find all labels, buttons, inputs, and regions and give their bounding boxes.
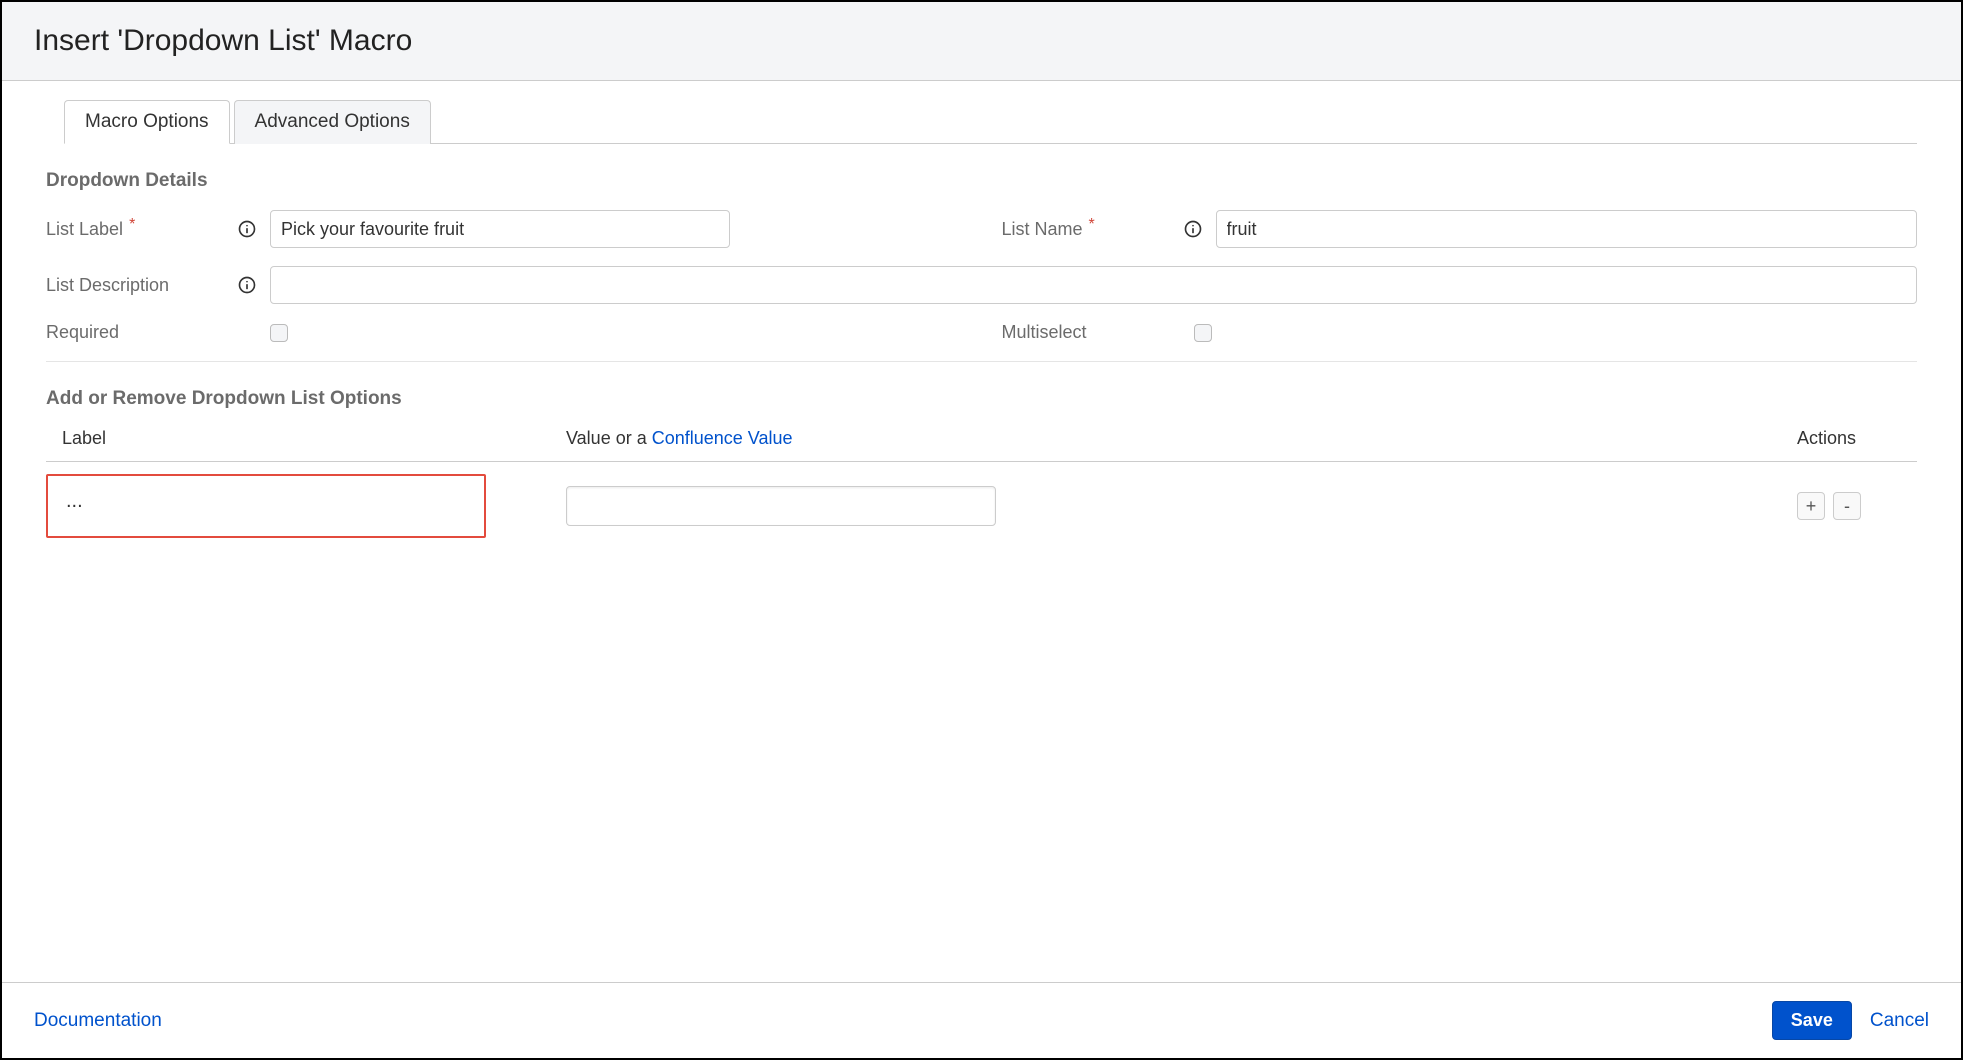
minus-icon: - [1844,497,1850,515]
label-text: Multiselect [1002,322,1087,343]
info-icon[interactable] [1182,218,1204,240]
dialog-title: Insert 'Dropdown List' Macro [34,24,1929,58]
section-options-title: Add or Remove Dropdown List Options [46,388,1917,410]
list-description-input[interactable] [270,266,1917,304]
confluence-value-link[interactable]: Confluence Value [652,428,793,448]
row-required-multiselect: Required Multiselect [46,322,1917,343]
label-required: Required [46,322,270,343]
section-dropdown-details: Dropdown Details [46,170,1917,192]
options-head: Label Value or a Confluence Value Action… [46,428,1917,462]
label-list-description: List Description [46,275,236,296]
required-mark: * [1089,216,1095,234]
info-icon[interactable] [236,274,258,296]
tab-macro-options[interactable]: Macro Options [64,100,230,144]
label-text: List Description [46,275,169,296]
cancel-button[interactable]: Cancel [1870,1010,1929,1032]
row-list-label-name: List Label * List Name * [46,210,1917,248]
row-list-description: List Description [46,266,1917,304]
head-actions: Actions [1757,428,1917,449]
required-mark: * [129,216,135,234]
plus-icon: + [1806,497,1817,515]
divider [46,361,1917,362]
option-value-input[interactable] [566,486,996,526]
remove-option-button[interactable]: - [1833,492,1861,520]
options-table: Label Value or a Confluence Value Action… [46,428,1917,538]
option-label-input[interactable]: ... [46,474,486,538]
label-text: List Name [1002,219,1083,240]
label-text: Required [46,322,119,343]
multiselect-checkbox[interactable] [1194,324,1212,342]
cell-actions: + - [1757,492,1917,520]
tab-advanced-options[interactable]: Advanced Options [234,100,431,144]
documentation-link[interactable]: Documentation [34,1010,162,1031]
head-label: Label [46,428,566,449]
group-multiselect: Multiselect [1002,322,1918,343]
dialog-header: Insert 'Dropdown List' Macro [2,2,1961,81]
table-row: ... + - [46,462,1917,538]
add-option-button[interactable]: + [1797,492,1825,520]
group-list-label: List Label * [46,210,962,248]
label-list-label: List Label * [46,219,236,240]
tab-label: Macro Options [85,111,209,132]
group-list-name: List Name * [1002,210,1918,248]
footer-left: Documentation [34,1010,1772,1032]
head-value-prefix: Value or a [566,428,652,448]
head-value: Value or a Confluence Value [566,428,1757,449]
info-icon[interactable] [236,218,258,240]
list-name-input[interactable] [1216,210,1918,248]
dialog-body: Macro Options Advanced Options Dropdown … [2,81,1961,982]
group-list-description: List Description [46,266,1917,304]
label-text: List Label [46,219,123,240]
label-list-name: List Name * [1002,219,1182,240]
tab-label: Advanced Options [255,111,410,132]
option-label-value: ... [66,490,83,512]
save-button[interactable]: Save [1772,1001,1852,1040]
group-required: Required [46,322,962,343]
list-label-input[interactable] [270,210,730,248]
required-checkbox[interactable] [270,324,288,342]
tabs: Macro Options Advanced Options [64,99,1917,144]
cell-label: ... [46,474,566,538]
cell-value [566,486,1757,526]
dialog-footer: Documentation Save Cancel [2,982,1961,1058]
label-multiselect: Multiselect [1002,322,1194,343]
